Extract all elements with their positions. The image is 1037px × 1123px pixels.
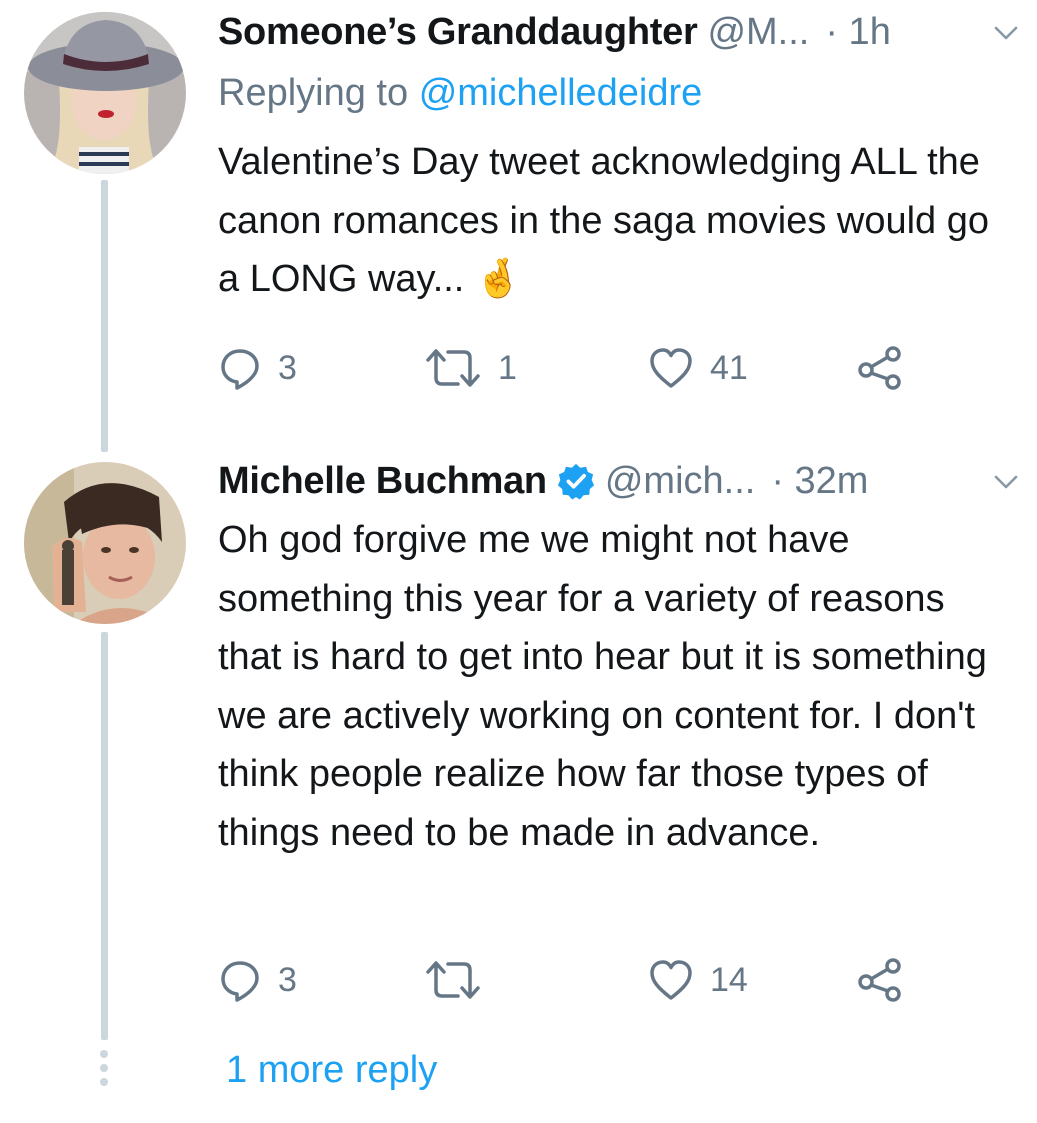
- like-button[interactable]: 41: [648, 343, 748, 393]
- reply-button[interactable]: 3: [218, 955, 297, 1005]
- retweet-icon: [426, 961, 480, 999]
- heart-icon: [650, 960, 692, 1000]
- tweet-actions: 3 14: [218, 955, 918, 1005]
- timestamp[interactable]: · 1h: [825, 11, 890, 54]
- reply-button[interactable]: 3: [218, 343, 297, 393]
- tweet-header: Michelle Buchman @mich... · 32m: [218, 457, 1037, 505]
- share-icon: [858, 958, 901, 1002]
- tweet-actions: 3 1 41: [218, 343, 918, 393]
- like-button[interactable]: 14: [648, 955, 748, 1005]
- share-button[interactable]: [856, 343, 904, 393]
- share-icon: [858, 346, 901, 390]
- display-name[interactable]: Michelle Buchman: [218, 460, 547, 503]
- verified-badge-icon: [557, 463, 594, 500]
- handle[interactable]: @M...: [707, 11, 809, 54]
- tweet-text: Valentine’s Day tweet acknowledging ALL …: [218, 141, 990, 300]
- thread-line: [101, 180, 108, 452]
- handle[interactable]: @mich...: [605, 460, 755, 503]
- replying-to: Replying to @michelledeidre: [218, 72, 702, 115]
- more-replies-dots-icon: [98, 1050, 110, 1090]
- replying-label: Replying to: [218, 72, 409, 114]
- reply-count: 3: [278, 348, 297, 387]
- timestamp[interactable]: · 32m: [771, 460, 868, 503]
- reply-count: 3: [278, 960, 297, 999]
- chevron-down-icon[interactable]: [993, 20, 1019, 46]
- thread-line: [101, 632, 108, 1040]
- retweet-count: 1: [498, 348, 517, 387]
- more-replies-link[interactable]: 1 more reply: [226, 1049, 437, 1092]
- like-count: 14: [710, 960, 748, 999]
- like-count: 41: [710, 348, 748, 387]
- display-name[interactable]: Someone’s Granddaughter: [218, 11, 698, 54]
- mention-link[interactable]: @michelledeidre: [419, 72, 703, 114]
- reply-icon: [221, 349, 259, 390]
- retweet-icon: [426, 349, 480, 387]
- share-button[interactable]: [856, 955, 904, 1005]
- heart-icon: [650, 348, 692, 388]
- chevron-down-icon[interactable]: [993, 469, 1019, 495]
- reply-icon: [221, 961, 259, 1002]
- avatar[interactable]: [24, 12, 186, 174]
- tweet-header: Someone’s Granddaughter @M... · 1h: [218, 8, 1037, 56]
- retweet-button[interactable]: [424, 955, 482, 1005]
- retweet-button[interactable]: 1: [424, 343, 517, 393]
- avatar[interactable]: [24, 462, 186, 624]
- tweet-text: Oh god forgive me we might not have some…: [218, 519, 987, 854]
